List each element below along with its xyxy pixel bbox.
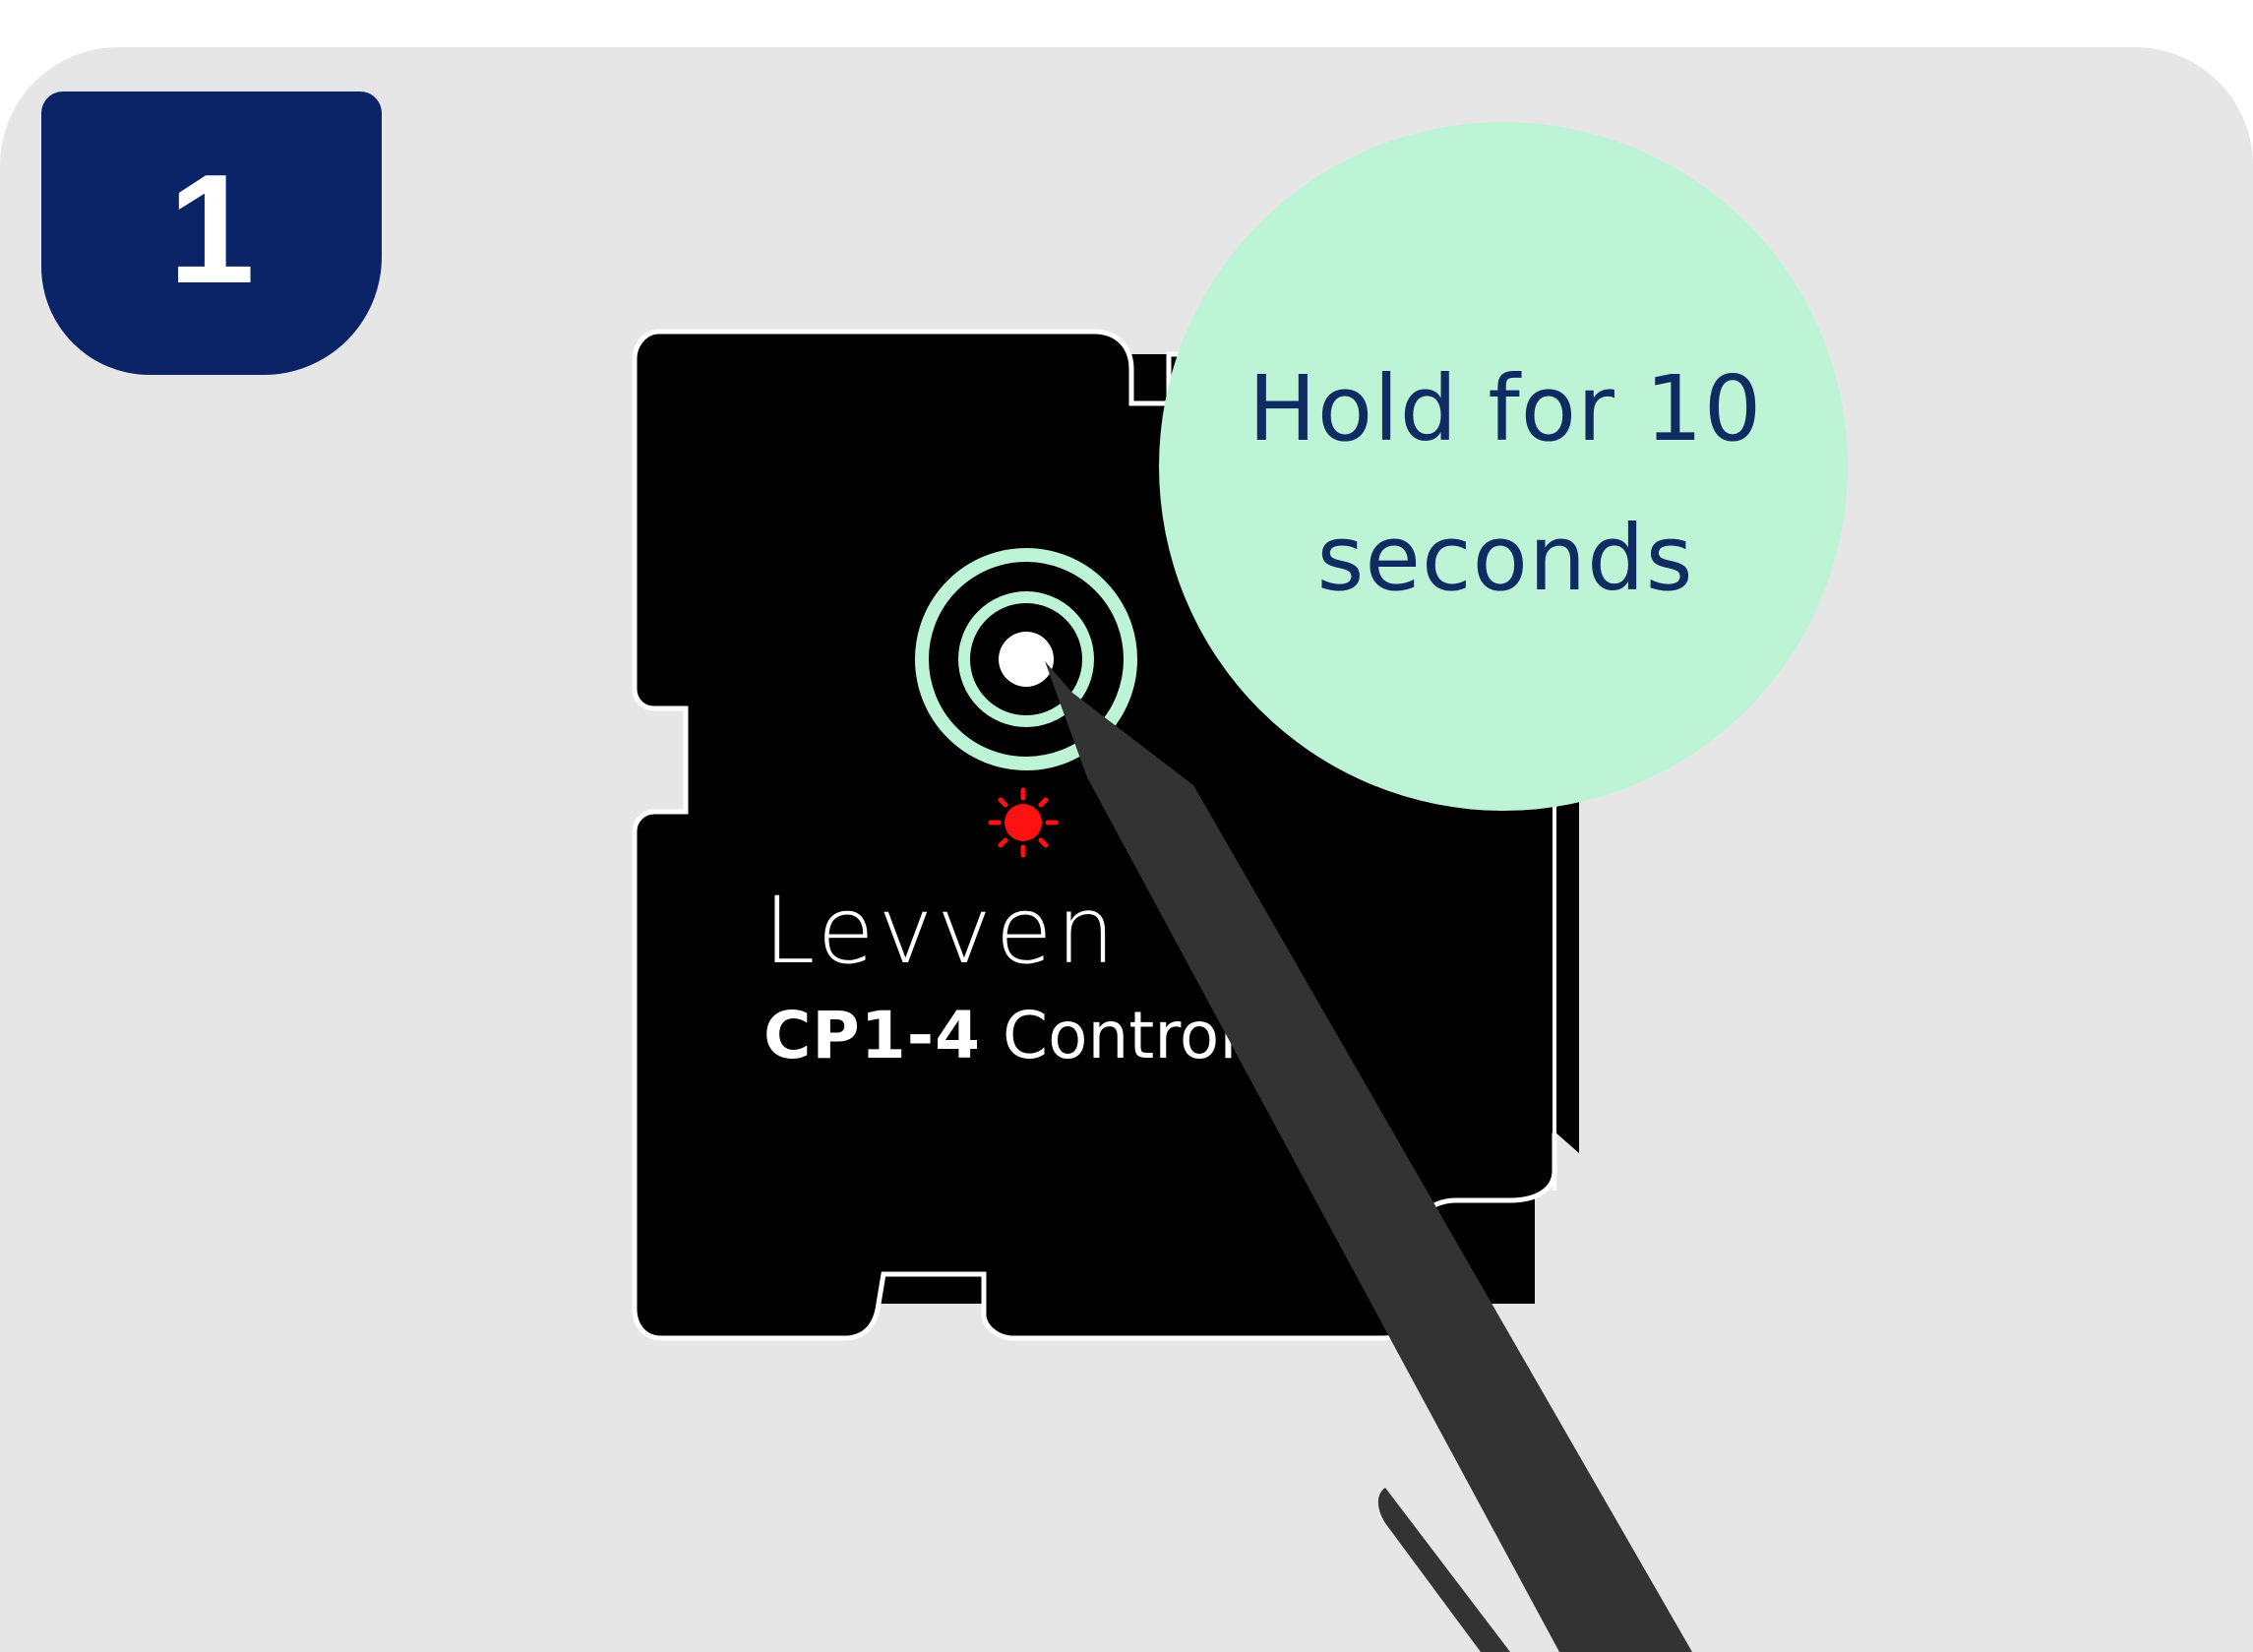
- brand-name: Levven: [763, 878, 1120, 985]
- reset-button-core: [999, 632, 1054, 687]
- status-led-icon: [988, 787, 1059, 858]
- callout-bubble: [1159, 122, 1848, 811]
- device-type: Controller: [1003, 998, 1322, 1073]
- controller-side-rail: [1535, 807, 1579, 1153]
- controller-illustration: [632, 122, 1848, 1341]
- status-led-glow: [1005, 804, 1042, 841]
- model-number: CP1-4: [763, 998, 982, 1073]
- model-line: CP1-4 Controller: [763, 1004, 1322, 1069]
- instruction-card: 1 Levven CP1-4 Controller Hold for 10 se…: [0, 0, 2253, 1652]
